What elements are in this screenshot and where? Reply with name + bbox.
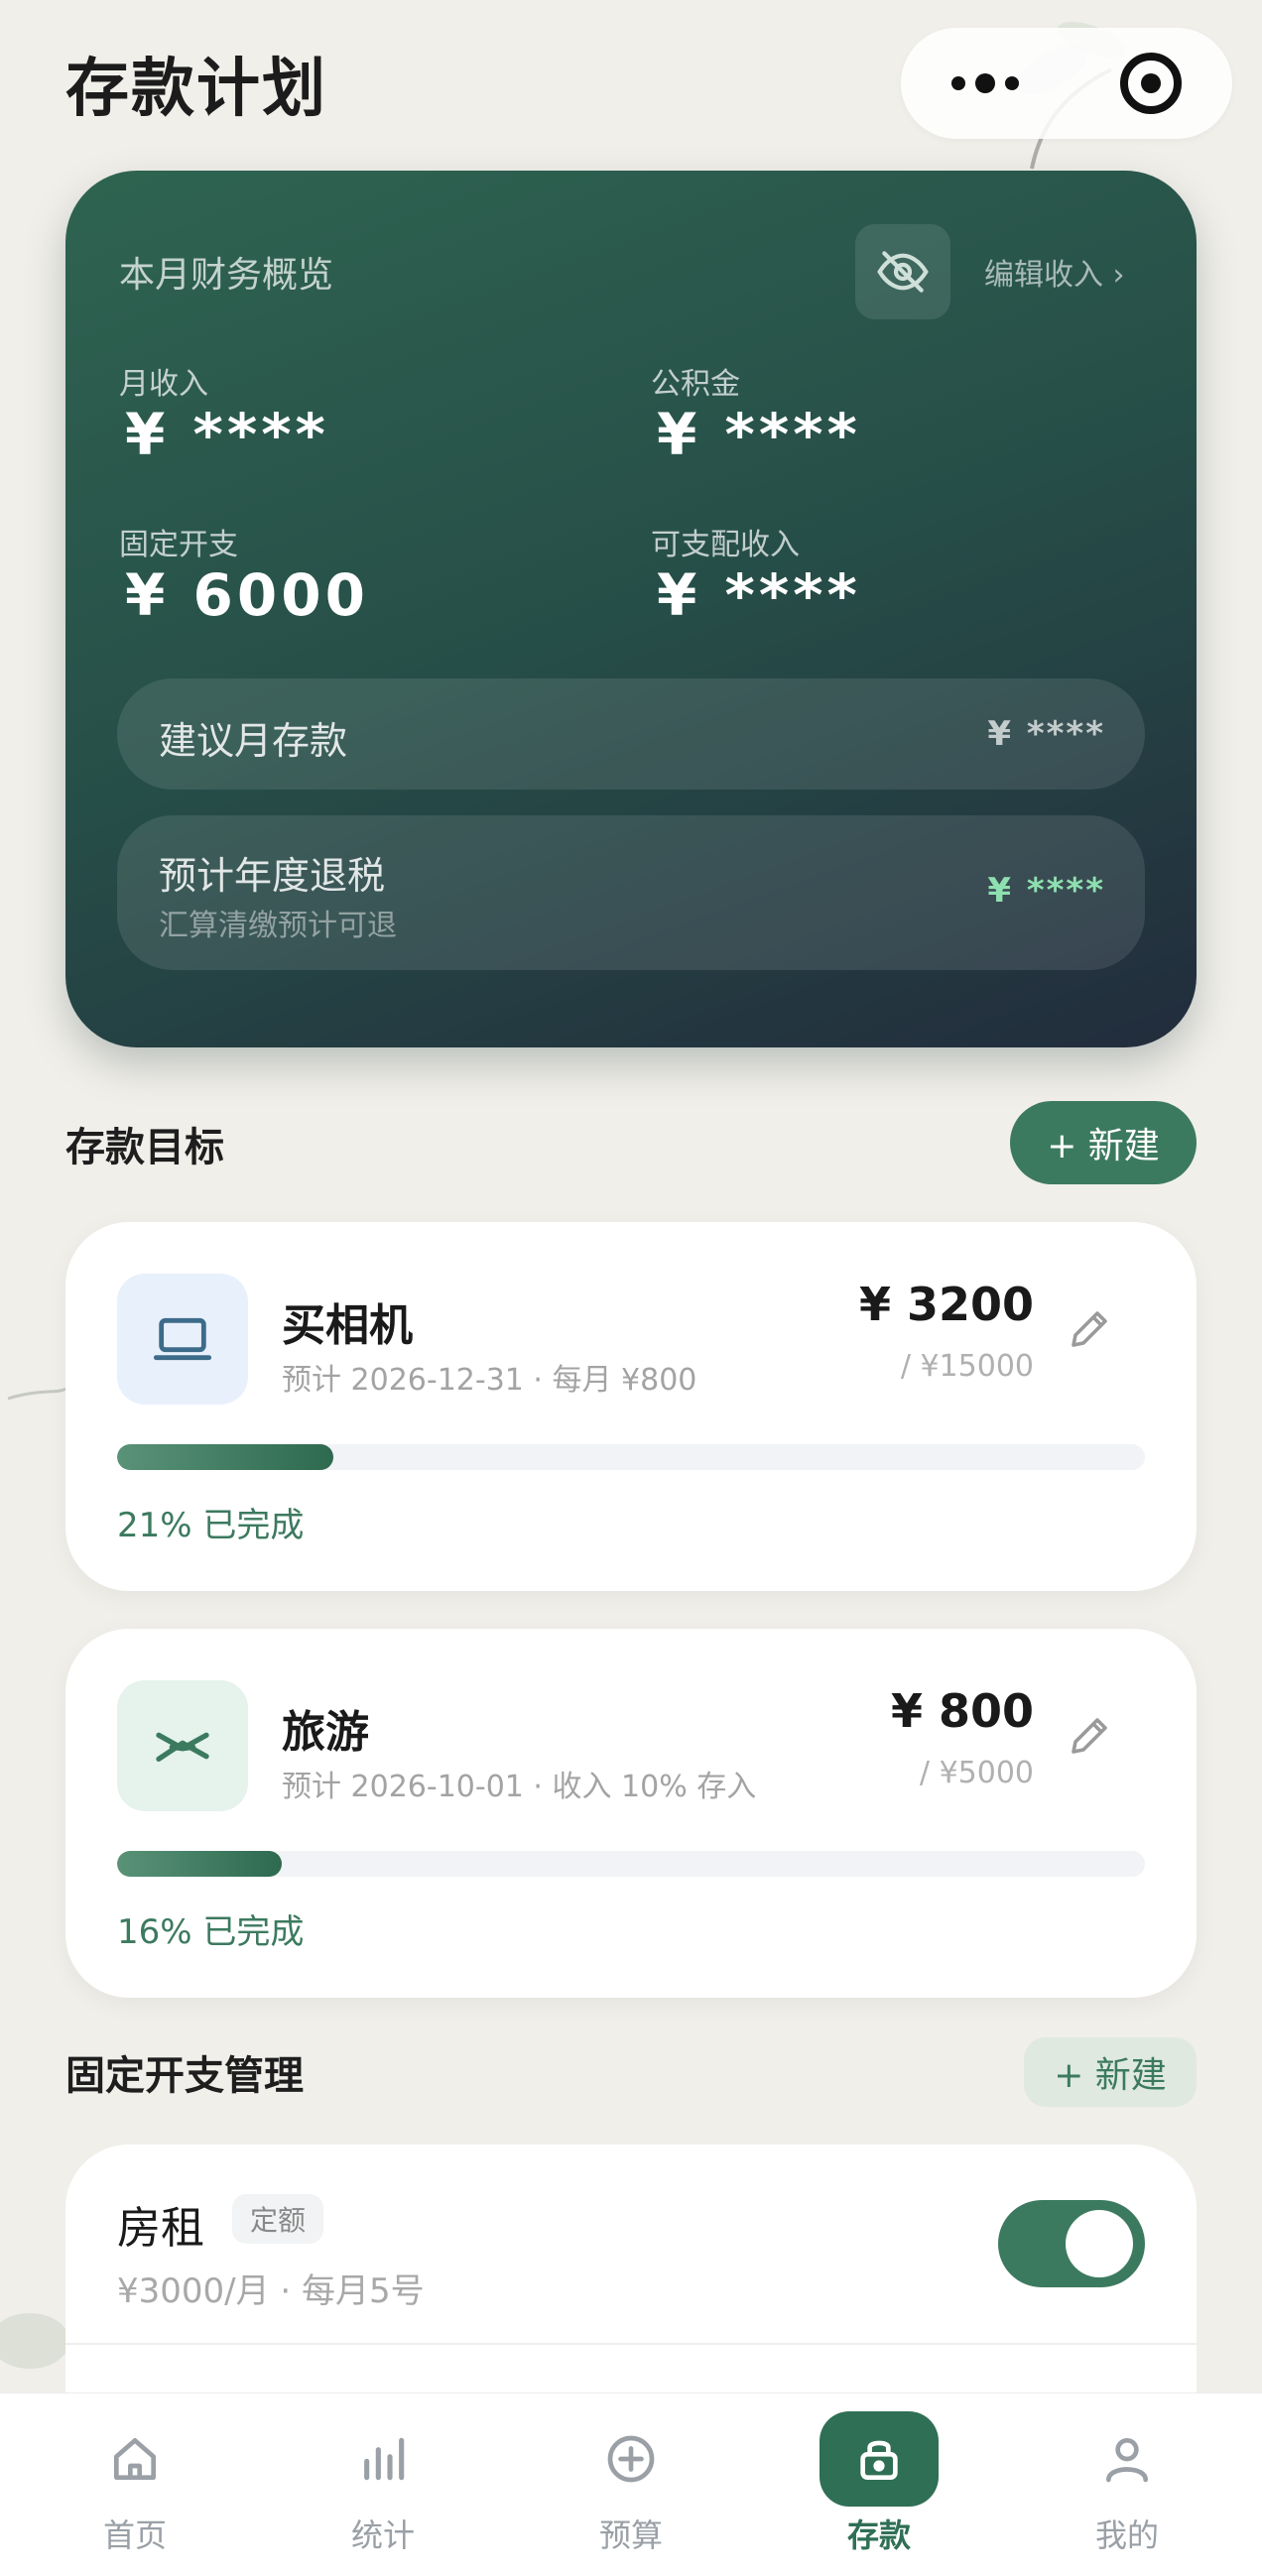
tab-savings[interactable]: 存款 (780, 2393, 978, 2576)
goal-progress-track (117, 1444, 1145, 1470)
more-icon[interactable] (951, 73, 1019, 93)
tab-stats[interactable]: 统计 (284, 2393, 482, 2576)
tab-label: 存款 (846, 2516, 911, 2554)
monthly-income-value: ¥ **** (125, 401, 329, 468)
suggested-saving-row: 建议月存款 ¥ **** (117, 678, 1145, 790)
fixed-expense-value: ¥ 6000 (125, 561, 369, 629)
goal-card[interactable]: 买相机 预计 2026-12-31 · 每月 ¥800 ¥ 3200 / ¥15… (65, 1222, 1197, 1591)
tax-refund-label: 预计年度退税 (159, 854, 386, 898)
user-icon (1106, 2438, 1148, 2483)
suggested-saving-value: ¥ **** (987, 714, 1105, 754)
goals-section-title: 存款目标 (65, 1125, 224, 1170)
tab-label: 我的 (1094, 2516, 1159, 2554)
fixed-expense-label: 固定开支 (119, 528, 238, 562)
goal-name: 旅游 (282, 1707, 369, 1758)
goal-progress-fill (117, 1851, 282, 1877)
goal-subtitle: 预计 2026-10-01 · 收入 10% 存入 (282, 1770, 757, 1804)
bar-chart-icon (364, 2437, 405, 2481)
tax-refund-sub: 汇算清缴预计可退 (159, 909, 397, 943)
provident-fund-value: ¥ **** (657, 401, 861, 468)
goal-name: 买相机 (282, 1300, 413, 1351)
goal-subtitle: 预计 2026-12-31 · 每月 ¥800 (282, 1363, 697, 1398)
page-title: 存款计划 (65, 53, 327, 126)
disposable-income-value: ¥ **** (657, 561, 861, 629)
tab-budget[interactable]: 预算 (532, 2393, 730, 2576)
goal-progress-track (117, 1851, 1145, 1877)
overview-title: 本月财务概览 (119, 255, 334, 296)
hide-amounts-button[interactable] (855, 224, 950, 319)
tab-label: 首页 (102, 2516, 167, 2554)
goal-target-amount: / ¥15000 (900, 1349, 1034, 1384)
new-fixed-expense-button[interactable]: + 新建 (1024, 2037, 1197, 2107)
goal-percent: 21% 已完成 (117, 1506, 305, 1545)
pencil-icon[interactable] (1066, 1712, 1113, 1760)
plane-icon (117, 1680, 248, 1811)
finance-overview-card: 本月财务概览 编辑收入 › 月收入 ¥ **** 公积金 ¥ **** 固定开支… (65, 171, 1197, 1047)
goal-percent: 16% 已完成 (117, 1912, 305, 1952)
goal-target-amount: / ¥5000 (919, 1756, 1034, 1790)
tax-refund-value: ¥ **** (987, 871, 1105, 911)
toggle-knob (1066, 2210, 1133, 2277)
tab-home[interactable]: 首页 (36, 2393, 234, 2576)
provident-fund-label: 公积金 (651, 367, 740, 402)
expense-name: 房租 (117, 2203, 204, 2254)
lock-icon (860, 2440, 898, 2480)
mini-program-capsule (901, 28, 1232, 139)
new-goal-button[interactable]: + 新建 (1010, 1101, 1197, 1184)
eye-off-icon (877, 251, 929, 293)
goal-progress-fill (117, 1444, 333, 1470)
tab-label: 统计 (350, 2516, 415, 2554)
edit-income-link[interactable]: 编辑收入 › (984, 250, 1125, 294)
goal-card[interactable]: 旅游 预计 2026-10-01 · 收入 10% 存入 ¥ 800 / ¥50… (65, 1629, 1197, 1998)
suggested-saving-label: 建议月存款 (159, 719, 348, 763)
laptop-icon (117, 1274, 248, 1405)
expense-detail: ¥3000/月 · 每月5号 (117, 2271, 425, 2311)
expense-toggle[interactable] (998, 2200, 1145, 2287)
disposable-income-label: 可支配收入 (651, 528, 800, 562)
divider (65, 2343, 1197, 2345)
home-icon (114, 2438, 157, 2480)
expense-tag: 定额 (232, 2194, 324, 2244)
plus-circle-icon (607, 2435, 655, 2483)
close-target-icon[interactable] (1120, 53, 1182, 114)
pencil-icon[interactable] (1066, 1305, 1113, 1353)
goal-saved-amount: ¥ 800 (890, 1684, 1034, 1738)
goal-saved-amount: ¥ 3200 (858, 1278, 1034, 1331)
tab-profile[interactable]: 我的 (1028, 2393, 1226, 2576)
tax-refund-row: 预计年度退税 汇算清缴预计可退 ¥ **** (117, 815, 1145, 970)
bottom-tab-bar: 首页 统计 预算 存款 我的 (0, 2392, 1262, 2576)
fixed-section-title: 固定开支管理 (65, 2053, 304, 2099)
monthly-income-label: 月收入 (119, 367, 208, 402)
tab-label: 预算 (598, 2516, 663, 2554)
